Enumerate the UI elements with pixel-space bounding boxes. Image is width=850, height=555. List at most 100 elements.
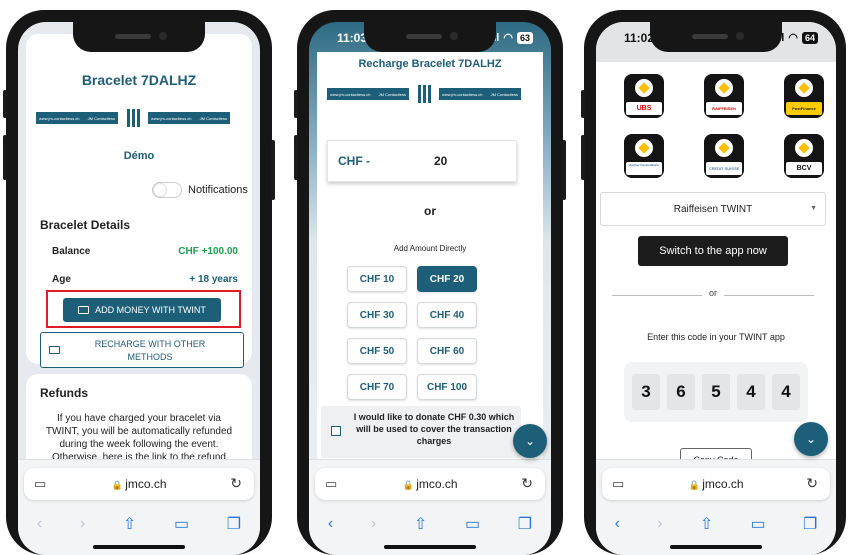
code-digit-3: 5 [702,374,730,410]
twint-icon [715,79,733,97]
bank-tile-ubs[interactable]: UBS [624,74,664,118]
lock-icon: 🔒 [402,480,417,490]
twint-icon [715,139,733,157]
code-digit-4: 4 [737,374,765,410]
donate-box: I would like to donate CHF 0.30 which wi… [321,406,521,458]
phone-2: 11:03 ıl ◠ 63 Recharge Bracelet 7DALHZ www… [294,10,566,555]
balance-value: CHF +100.00 [178,246,238,257]
bank-tile-raiffeisen[interactable]: RAIFFEISEN [704,74,744,118]
chat-button[interactable]: ⌄ [513,424,547,458]
screen-1: Bracelet 7DALHZ www.jm-contactless.ch JM … [18,22,260,555]
recharge-other-button[interactable]: RECHARGE WITH OTHER METHODS [40,332,244,368]
bank-select[interactable]: Raiffeisen TWINT ▼ [600,192,826,226]
age-label: Age [52,274,71,285]
card-icon [78,306,90,314]
twint-icon [795,139,813,157]
bank-tile-credit-suisse[interactable]: CREDIT SUISSE [704,134,744,178]
donate-text: I would like to donate CHF 0.30 which wi… [353,412,515,446]
browser-bar: ▭ 🔒 jmco.ch ↻ ‹ › ⇧ ▭ ❐ [596,459,836,555]
notifications-toggle[interactable] [152,182,182,198]
jm-logo: www.jm-contactless.ch JM Contactless www.… [36,109,230,127]
browser-bar: ▭ 🔒 jmco.ch ↻ ‹ › ⇧ ▭ ❐ [18,459,260,555]
battery-icon: 63 [516,31,533,44]
amount-button-60[interactable]: CHF 60 [417,338,477,364]
bracelet-card: Bracelet 7DALHZ www.jm-contactless.ch JM … [26,34,252,368]
screen-2: 11:03 ıl ◠ 63 Recharge Bracelet 7DALHZ www… [309,22,551,555]
forward-icon[interactable]: › [657,515,662,533]
recharge-card: Recharge Bracelet 7DALHZ www.jm-contactl… [317,52,543,466]
tabs-overview-icon[interactable]: ❐ [518,514,532,534]
wifi-icon: ◠ [788,32,798,44]
chevron-down-icon: ▼ [810,205,817,212]
chevron-down-icon: ⌄ [524,434,536,448]
amount-button-20[interactable]: CHF 20 [417,266,477,292]
card-icon [49,346,60,354]
lock-icon: 🔒 [688,480,703,490]
or-label: or [424,204,436,218]
age-value: + 18 years [189,274,238,285]
mode-label: Démo [123,150,155,162]
twint-icon [635,139,653,157]
status-time: 11:03 [337,31,368,45]
amount-button-10[interactable]: CHF 10 [347,266,407,292]
amount-button-50[interactable]: CHF 50 [347,338,407,364]
back-icon[interactable]: ‹ [615,515,620,533]
balance-label: Balance [52,246,91,257]
phone-1: Bracelet 7DALHZ www.jm-contactless.ch JM … [3,10,275,555]
share-icon[interactable]: ⇧ [414,514,427,534]
bracelet-title: Bracelet 7DALHZ [81,72,197,88]
phone-3: 11:02 ıl◠64 UBS RAIFFEISEN PostFinance Z… [581,10,846,555]
recharge-title: Recharge Bracelet 7DALHZ [358,58,502,70]
amount-input[interactable]: CHF - 20 [327,140,517,182]
add-directly-label: Add Amount Directly [393,244,467,253]
bookmarks-icon[interactable]: ▭ [174,514,189,534]
reload-icon[interactable]: ↻ [806,475,818,492]
reload-icon[interactable]: ↻ [521,475,533,492]
back-icon[interactable]: ‹ [328,515,333,533]
share-icon[interactable]: ⇧ [700,514,713,534]
code-digit-5: 4 [772,374,800,410]
url-bar[interactable]: ▭ 🔒 jmco.ch ↻ [315,468,545,500]
add-money-twint-button[interactable]: ADD MONEY WITH TWINT [63,298,221,322]
back-icon[interactable]: ‹ [37,515,42,533]
share-icon[interactable]: ⇧ [123,514,136,534]
currency-label: CHF - [338,154,370,168]
code-box: 3 6 5 4 4 [624,362,808,422]
tabs-overview-icon[interactable]: ❐ [227,514,241,534]
url-bar[interactable]: ▭ 🔒 jmco.ch ↻ [602,468,830,500]
browser-bar: ▭ 🔒 jmco.ch ↻ ‹ › ⇧ ▭ ❐ [309,459,551,555]
code-digit-1: 3 [632,374,660,410]
switch-to-app-button[interactable]: Switch to the app now [638,236,788,266]
code-digit-2: 6 [667,374,695,410]
amount-button-30[interactable]: CHF 30 [347,302,407,328]
bookmarks-icon[interactable]: ▭ [751,514,766,534]
amount-button-40[interactable]: CHF 40 [417,302,477,328]
bank-tile-bcv[interactable]: BCV [784,134,824,178]
donate-checkbox[interactable] [331,426,341,436]
battery-icon: 64 [801,31,818,44]
selected-bank-label: Raiffeisen TWINT [673,204,753,215]
details-heading: Bracelet Details [40,218,131,232]
reload-icon[interactable]: ↻ [230,475,242,492]
notifications-label: Notifications [188,184,248,196]
divider-left [612,295,702,296]
divider-right [724,295,814,296]
or-label: or [708,288,717,298]
chat-button[interactable]: ⌄ [794,422,828,456]
lock-icon: 🔒 [111,480,126,490]
screen-3: 11:02 ıl◠64 UBS RAIFFEISEN PostFinance Z… [596,22,836,555]
jm-logo: www.jm-contactless.ch JM Contactless www.… [327,85,521,103]
refunds-heading: Refunds [40,386,88,400]
forward-icon[interactable]: › [371,515,376,533]
bookmarks-icon[interactable]: ▭ [465,514,480,534]
tabs-overview-icon[interactable]: ❐ [803,514,817,534]
amount-button-70[interactable]: CHF 70 [347,374,407,400]
bank-tile-postfinance[interactable]: PostFinance [784,74,824,118]
url-bar[interactable]: ▭ 🔒 jmco.ch ↻ [24,468,254,500]
amount-button-100[interactable]: CHF 100 [417,374,477,400]
code-prompt: Enter this code in your TWINT app [647,332,785,342]
bank-tile-zkb[interactable]: Zürcher Kantonalbank [624,134,664,178]
wifi-icon: ◠ [503,32,513,44]
forward-icon[interactable]: › [80,515,85,533]
chevron-down-icon: ⌄ [805,432,817,446]
